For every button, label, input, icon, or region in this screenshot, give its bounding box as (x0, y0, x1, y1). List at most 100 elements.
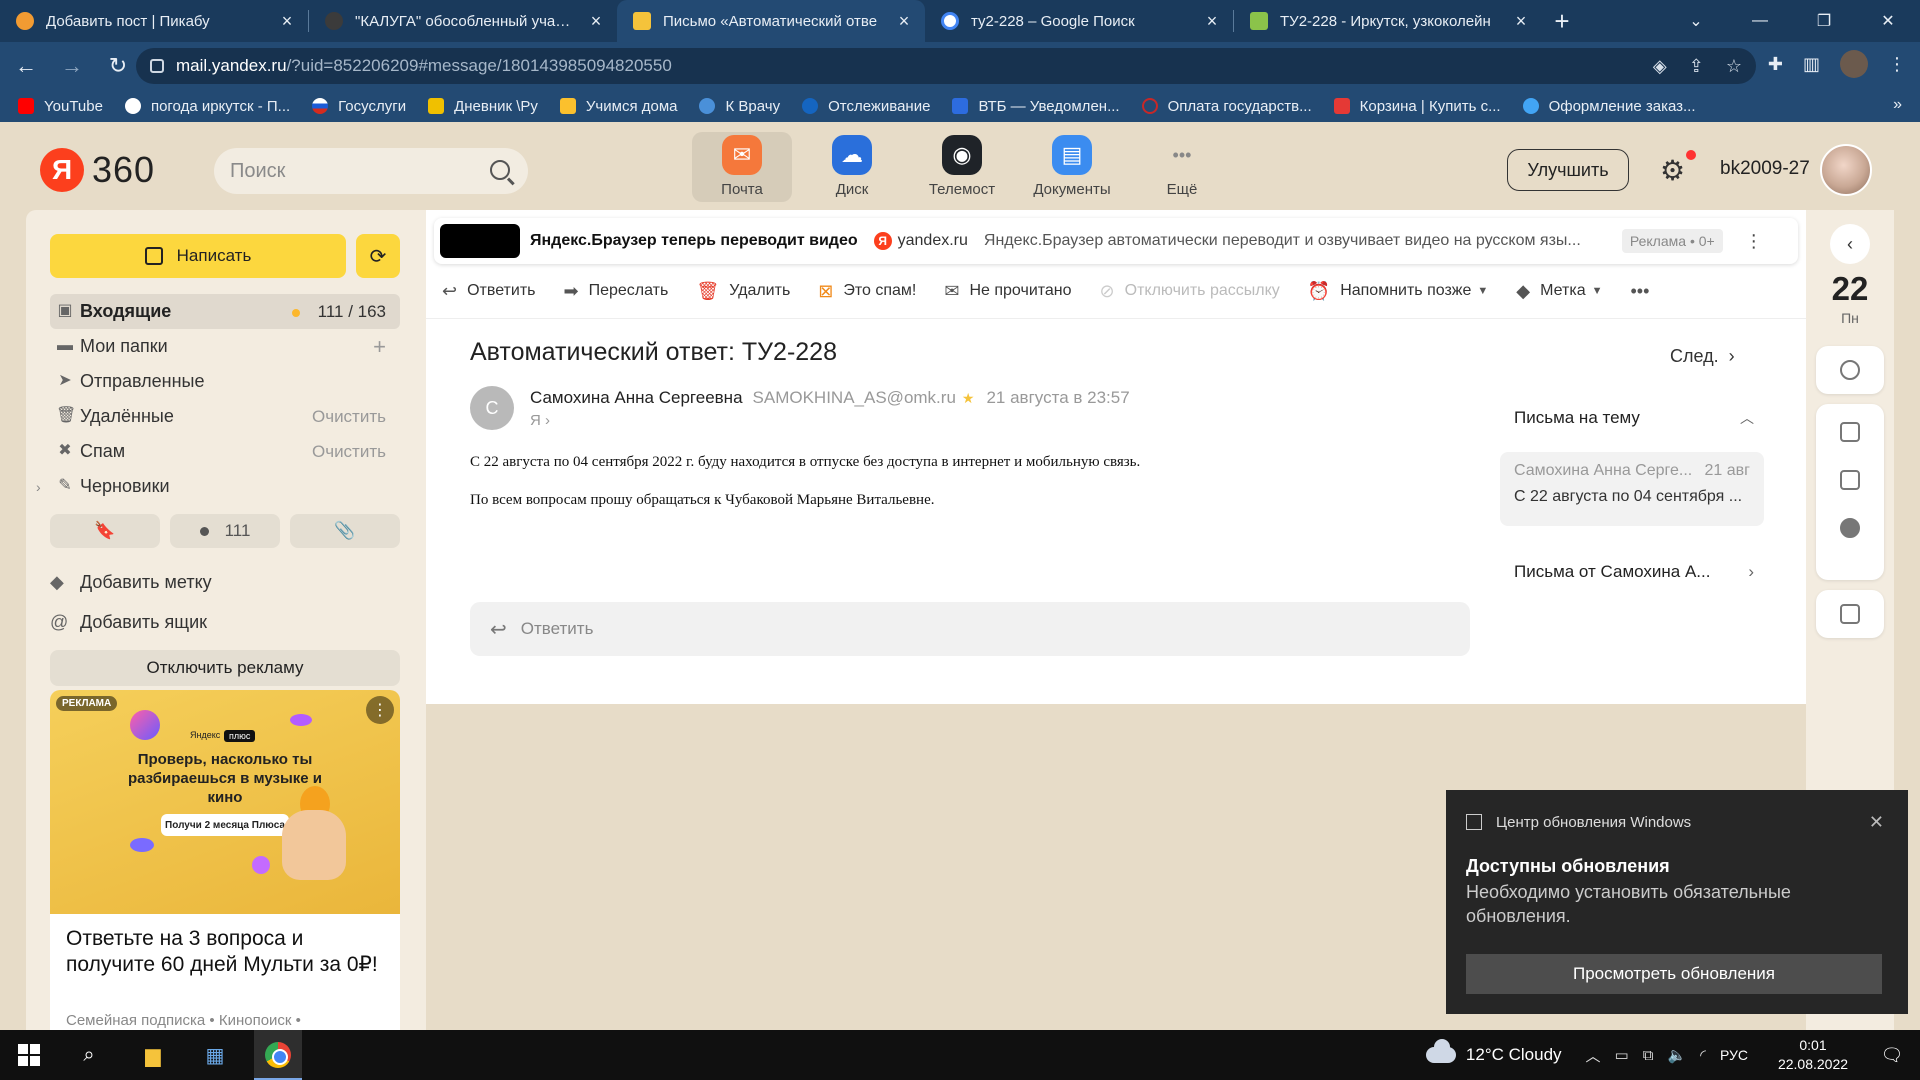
bookmark-cart[interactable]: Корзина | Купить с... (1333, 98, 1501, 115)
app-documents[interactable]: ▤ Документы (1022, 132, 1122, 202)
control-panel-icon[interactable]: ▦ (200, 1040, 230, 1070)
pie-chart-icon[interactable] (1840, 518, 1860, 538)
browser-menu-icon[interactable]: ⋮ (1888, 54, 1906, 75)
ad-banner-menu-icon[interactable]: ⋮ (1745, 231, 1763, 252)
tab-irkutsk[interactable]: ТУ2-228 - Иркутск, узкоколейн × (1234, 0, 1542, 42)
mark-unread-button[interactable]: ✉ Не прочитано (944, 281, 1071, 302)
notes-icon[interactable] (1840, 422, 1860, 442)
close-tab-icon[interactable]: × (895, 11, 913, 32)
language-indicator[interactable]: РУС (1720, 1047, 1748, 1063)
folder-sent[interactable]: ➤ Отправленные (50, 364, 400, 399)
bookmark-payment[interactable]: Оплата государств... (1141, 98, 1312, 115)
bookmark-dnevnik[interactable]: Дневник \Ру (428, 98, 538, 115)
bookmark-vtb[interactable]: ВТБ — Уведомлен... (952, 98, 1120, 115)
add-label-link[interactable]: ◆ Добавить метку (50, 572, 212, 593)
tab-kaluga[interactable]: "КАЛУГА" обособленный участо × (309, 0, 617, 42)
maximize-icon[interactable]: ❐ (1792, 0, 1856, 42)
add-mailbox-link[interactable]: @ Добавить ящик (50, 612, 207, 633)
share-icon[interactable]: ⇪ (1689, 56, 1704, 77)
app-more[interactable]: ••• Ещё (1132, 132, 1232, 202)
url-field[interactable]: mail.yandex.ru /?uid=852206209#message/1… (136, 48, 1756, 84)
minimize-icon[interactable]: — (1728, 0, 1792, 42)
yandex-360-logo[interactable]: Я 360 (40, 148, 155, 192)
bookmark-k-vrachu[interactable]: К Врачу (699, 98, 780, 115)
ad-image[interactable]: РЕКЛАМА ⋮ Яндекс плюс Проверь, насколько… (50, 690, 400, 914)
weather-widget[interactable]: 12°C Cloudy (1425, 1039, 1562, 1065)
more-actions-button[interactable]: ••• (1630, 281, 1659, 302)
recipient-line[interactable]: Я › (530, 412, 550, 429)
bookmark-gosuslugi[interactable]: Госуслуги (312, 98, 406, 115)
app-telemost[interactable]: ◉ Телемост (912, 132, 1012, 202)
settings-gear-icon[interactable]: ⚙ (1660, 154, 1685, 187)
windows-update-toast[interactable]: Центр обновления Windows ✕ Доступны обно… (1446, 790, 1908, 1014)
collapse-rail-button[interactable]: ‹ (1830, 224, 1870, 264)
refresh-button[interactable]: ⟳ (356, 234, 400, 278)
remind-later-button[interactable]: ⏰ Напомнить позже ▼ (1308, 281, 1489, 302)
close-tab-icon[interactable]: × (1512, 11, 1530, 32)
close-tab-icon[interactable]: × (587, 11, 605, 32)
user-avatar[interactable] (1820, 144, 1872, 196)
quick-reply-field[interactable]: ↩ Ответить (470, 602, 1470, 656)
next-message-button[interactable]: След. › (1670, 346, 1735, 367)
tasks-widget[interactable] (1816, 590, 1884, 638)
clear-spam-button[interactable]: Очистить (312, 442, 386, 462)
bookmark-weather[interactable]: погода иркутск - П... (124, 98, 290, 115)
volume-icon[interactable]: 🔈 (1667, 1046, 1686, 1064)
side-panel-icon[interactable]: ▥ (1803, 54, 1820, 75)
bookmark-youtube[interactable]: YouTube (18, 98, 103, 115)
bookmark-uchimsya[interactable]: Учимся дома (559, 98, 677, 115)
view-updates-button[interactable]: Просмотреть обновления (1466, 954, 1882, 994)
apps-grid-icon[interactable] (1840, 470, 1860, 490)
top-ad-banner[interactable]: Яндекс.Браузер теперь переводит видео Я … (434, 218, 1798, 264)
username[interactable]: bk2009-27 (1720, 158, 1810, 180)
tab-mail-active[interactable]: Письмо «Автоматический отве × (617, 0, 925, 42)
sender-name[interactable]: Самохина Анна Сергеевна (530, 388, 743, 408)
reload-icon[interactable]: ↻ (98, 46, 138, 86)
battery-icon[interactable]: ▭ (1615, 1046, 1629, 1064)
search-icon[interactable] (490, 160, 510, 180)
bookmark-star-icon[interactable]: ☆ (1726, 56, 1742, 77)
folder-my-folders[interactable]: ▬ Мои папки + (50, 329, 400, 364)
tray-chevron-up-icon[interactable]: ︿ (1586, 1045, 1601, 1066)
add-folder-plus-icon[interactable]: + (373, 334, 386, 360)
bookmarks-overflow-icon[interactable]: » (1893, 96, 1902, 114)
wifi-icon[interactable]: ◜ (1700, 1046, 1706, 1064)
delete-button[interactable]: 🗑 Удалить (696, 281, 790, 302)
forward-arrow-icon[interactable]: → (52, 46, 92, 86)
close-window-icon[interactable]: ✕ (1856, 0, 1920, 42)
close-tab-icon[interactable]: × (1203, 11, 1221, 32)
chrome-taskbar-button[interactable] (254, 1030, 302, 1080)
label-button[interactable]: ◆ Метка ▼ (1516, 281, 1602, 302)
chevron-up-icon[interactable]: ︿ (1740, 408, 1754, 428)
forward-button[interactable]: ➡ Переслать (563, 281, 668, 302)
search-icon[interactable]: ⌕ (74, 1040, 104, 1070)
notification-center-icon[interactable]: 🗨 (1872, 1045, 1912, 1066)
folder-trash[interactable]: 🗑 Удалённые Очистить (50, 399, 400, 434)
tab-pikabu[interactable]: Добавить пост | Пикабу × (0, 0, 308, 42)
unread-filter-button[interactable]: 111 (170, 514, 280, 548)
search-input[interactable]: Поиск (214, 148, 528, 194)
folder-spam[interactable]: ✖ Спам Очистить (50, 434, 400, 469)
thread-item[interactable]: Самохина Анна Серге... 21 авг С 22 авгус… (1500, 452, 1764, 526)
compose-button[interactable]: Написать (50, 234, 346, 278)
bookmark-tracking[interactable]: Отслеживание (802, 98, 930, 115)
upgrade-button[interactable]: Улучшить (1507, 149, 1629, 191)
clock[interactable]: 0:01 22.08.2022 (1768, 1036, 1858, 1074)
ad-card[interactable]: РЕКЛАМА ⋮ Яндекс плюс Проверь, насколько… (50, 690, 400, 1030)
reply-button[interactable]: ↩ Ответить (442, 281, 535, 302)
ad-menu-icon[interactable]: ⋮ (366, 696, 394, 724)
folder-inbox[interactable]: ▣ Входящие 111 / 163 (50, 294, 400, 329)
ad-title[interactable]: Ответьте на 3 вопроса и получите 60 дней… (66, 926, 386, 978)
toast-close-icon[interactable]: ✕ (1869, 812, 1884, 833)
translate-icon[interactable]: ◈ (1653, 56, 1667, 77)
spam-button[interactable]: ⊠ Это спам! (818, 281, 916, 302)
windows-start-icon[interactable] (18, 1044, 40, 1066)
telemost-widget[interactable] (1816, 346, 1884, 394)
back-arrow-icon[interactable]: ← (6, 46, 46, 86)
clear-trash-button[interactable]: Очистить (312, 407, 386, 427)
file-explorer-icon[interactable]: ▆ (138, 1040, 168, 1070)
tab-search-chevron-icon[interactable]: ⌄ (1664, 0, 1728, 42)
bookmark-order[interactable]: Оформление заказ... (1522, 98, 1696, 115)
disable-ads-button[interactable]: Отключить рекламу (50, 650, 400, 686)
sender-email[interactable]: SAMOKHINA_AS@omk.ru (753, 388, 956, 408)
